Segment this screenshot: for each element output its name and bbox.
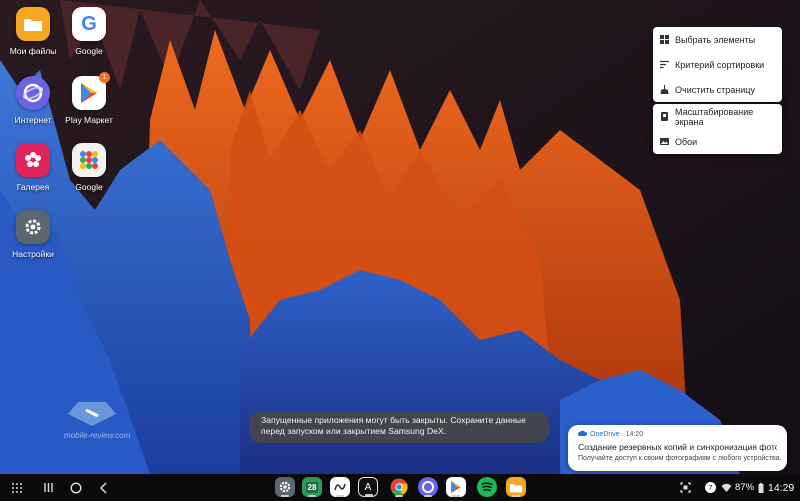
broom-icon xyxy=(660,85,669,94)
tray-notification-count[interactable]: 7 xyxy=(705,474,716,501)
context-menu-group-2: Масштабирование экрана Обои xyxy=(653,104,782,154)
chrome-icon xyxy=(390,478,408,496)
desktop-icon-play-store[interactable]: 1 Play Маркет xyxy=(57,72,121,125)
samsung-internet-icon xyxy=(421,480,435,494)
menu-item-wallpaper[interactable]: Обои xyxy=(653,129,782,154)
taskbar-app-internet[interactable] xyxy=(418,477,438,497)
desktop-icon-label: Google xyxy=(75,182,103,192)
calendar-icon: 28 xyxy=(305,481,319,493)
notification-badge: 1 xyxy=(99,72,110,83)
folder-icon xyxy=(16,7,50,41)
menu-item-select-items[interactable]: Выбрать элементы xyxy=(653,27,782,52)
notification-body: Получайте доступ к своим фотографиям с л… xyxy=(578,455,782,462)
running-indicator xyxy=(512,495,520,497)
watermark-text: mobile-review.com xyxy=(64,431,131,440)
menu-item-label: Масштабирование экрана xyxy=(675,106,754,127)
menu-item-label: Обои xyxy=(675,136,698,147)
running-indicator xyxy=(281,495,289,497)
desktop-icon-google-folder[interactable]: Google xyxy=(57,143,121,192)
screenshot-button[interactable] xyxy=(676,474,694,501)
desktop-icon-google[interactable]: G Google xyxy=(57,7,121,56)
battery-status xyxy=(756,474,765,501)
desktop-icon-label: Play Маркет xyxy=(65,115,113,125)
recents-button[interactable] xyxy=(38,474,58,501)
desktop-icon-label: Галерея xyxy=(16,182,50,192)
cloud-icon xyxy=(578,430,587,438)
screenshot-icon xyxy=(679,482,691,493)
google-icon: G xyxy=(72,7,106,41)
back-button[interactable] xyxy=(94,474,114,501)
battery-icon xyxy=(758,482,763,493)
play-store-icon xyxy=(451,481,461,493)
gallery-icon xyxy=(16,143,50,177)
samsung-internet-icon xyxy=(16,76,50,110)
home-icon xyxy=(70,481,82,494)
taskbar-app-calendar[interactable]: 28 xyxy=(302,477,322,497)
spotify-icon xyxy=(481,482,493,492)
desktop-icon-label: Google xyxy=(75,46,103,56)
google-folder-icon xyxy=(72,143,106,177)
taskbar-app-sketch[interactable] xyxy=(330,477,350,497)
taskbar-app-spotify[interactable] xyxy=(477,477,497,497)
taskbar-app-font[interactable]: A xyxy=(358,477,378,497)
apps-grid-button[interactable] xyxy=(7,474,27,501)
notification-app-name: OneDrive xyxy=(590,430,620,438)
settings-icon xyxy=(16,210,50,244)
running-indicator xyxy=(424,495,432,497)
apps-grid-icon xyxy=(12,482,22,493)
font-icon: A xyxy=(364,481,372,493)
back-icon xyxy=(99,481,107,494)
clock[interactable]: 14:29 xyxy=(768,474,794,501)
desktop-icon-internet[interactable]: Интернет xyxy=(1,76,65,125)
toast-message: Запущенные приложения могут быть закрыты… xyxy=(249,411,549,443)
desktop-icon-label: Интернет xyxy=(14,115,52,125)
running-indicator xyxy=(365,494,373,496)
notification-card[interactable]: OneDrive 14:20 Создание резервных копий … xyxy=(568,425,787,471)
notification-time: 14:20 xyxy=(625,430,644,438)
menu-item-label: Выбрать элементы xyxy=(675,34,756,45)
menu-item-screen-zoom[interactable]: Масштабирование экрана xyxy=(653,104,782,129)
sketch-icon xyxy=(334,483,346,491)
menu-item-sort-criteria[interactable]: Критерий сортировки xyxy=(653,52,782,77)
wifi-icon xyxy=(721,483,731,492)
menu-item-label: Критерий сортировки xyxy=(675,59,765,70)
running-indicator xyxy=(336,495,344,497)
watermark-logo-icon xyxy=(68,402,116,426)
running-indicator xyxy=(395,495,403,497)
taskbar-app-settings[interactable] xyxy=(275,477,295,497)
home-button[interactable] xyxy=(66,474,86,501)
recents-icon xyxy=(43,483,53,492)
sort-icon xyxy=(660,60,669,69)
notification-title: Создание резервных копий и синхронизация… xyxy=(578,442,777,452)
running-indicator xyxy=(308,495,316,497)
menu-item-clear-page[interactable]: Очистить страницу xyxy=(653,77,782,102)
context-menu-group-1: Выбрать элементы Критерий сортировки Очи… xyxy=(653,27,782,102)
desktop-icon-my-files[interactable]: Мои файлы xyxy=(1,7,65,56)
play-store-icon: 1 xyxy=(72,72,110,110)
taskbar-app-my-files[interactable] xyxy=(506,477,526,497)
wallpaper-icon xyxy=(660,137,669,146)
desktop-icon-label: Мои файлы xyxy=(9,46,57,56)
taskbar-app-chrome[interactable] xyxy=(389,477,409,497)
running-indicator xyxy=(452,495,460,497)
taskbar-app-play-store[interactable] xyxy=(446,477,466,497)
grid-icon xyxy=(660,35,669,44)
desktop-icon-gallery[interactable]: Галерея xyxy=(1,143,65,192)
desktop-icon-label: Настройки xyxy=(12,249,54,259)
settings-icon xyxy=(279,481,291,493)
battery-percent[interactable]: 87% xyxy=(735,474,754,501)
screen-zoom-icon xyxy=(660,112,669,121)
watermark: mobile-review.com xyxy=(64,398,134,440)
menu-item-label: Очистить страницу xyxy=(675,84,755,95)
folder-icon xyxy=(509,483,523,492)
wifi-status[interactable] xyxy=(719,474,733,501)
desktop-icon-settings[interactable]: Настройки xyxy=(1,210,65,259)
